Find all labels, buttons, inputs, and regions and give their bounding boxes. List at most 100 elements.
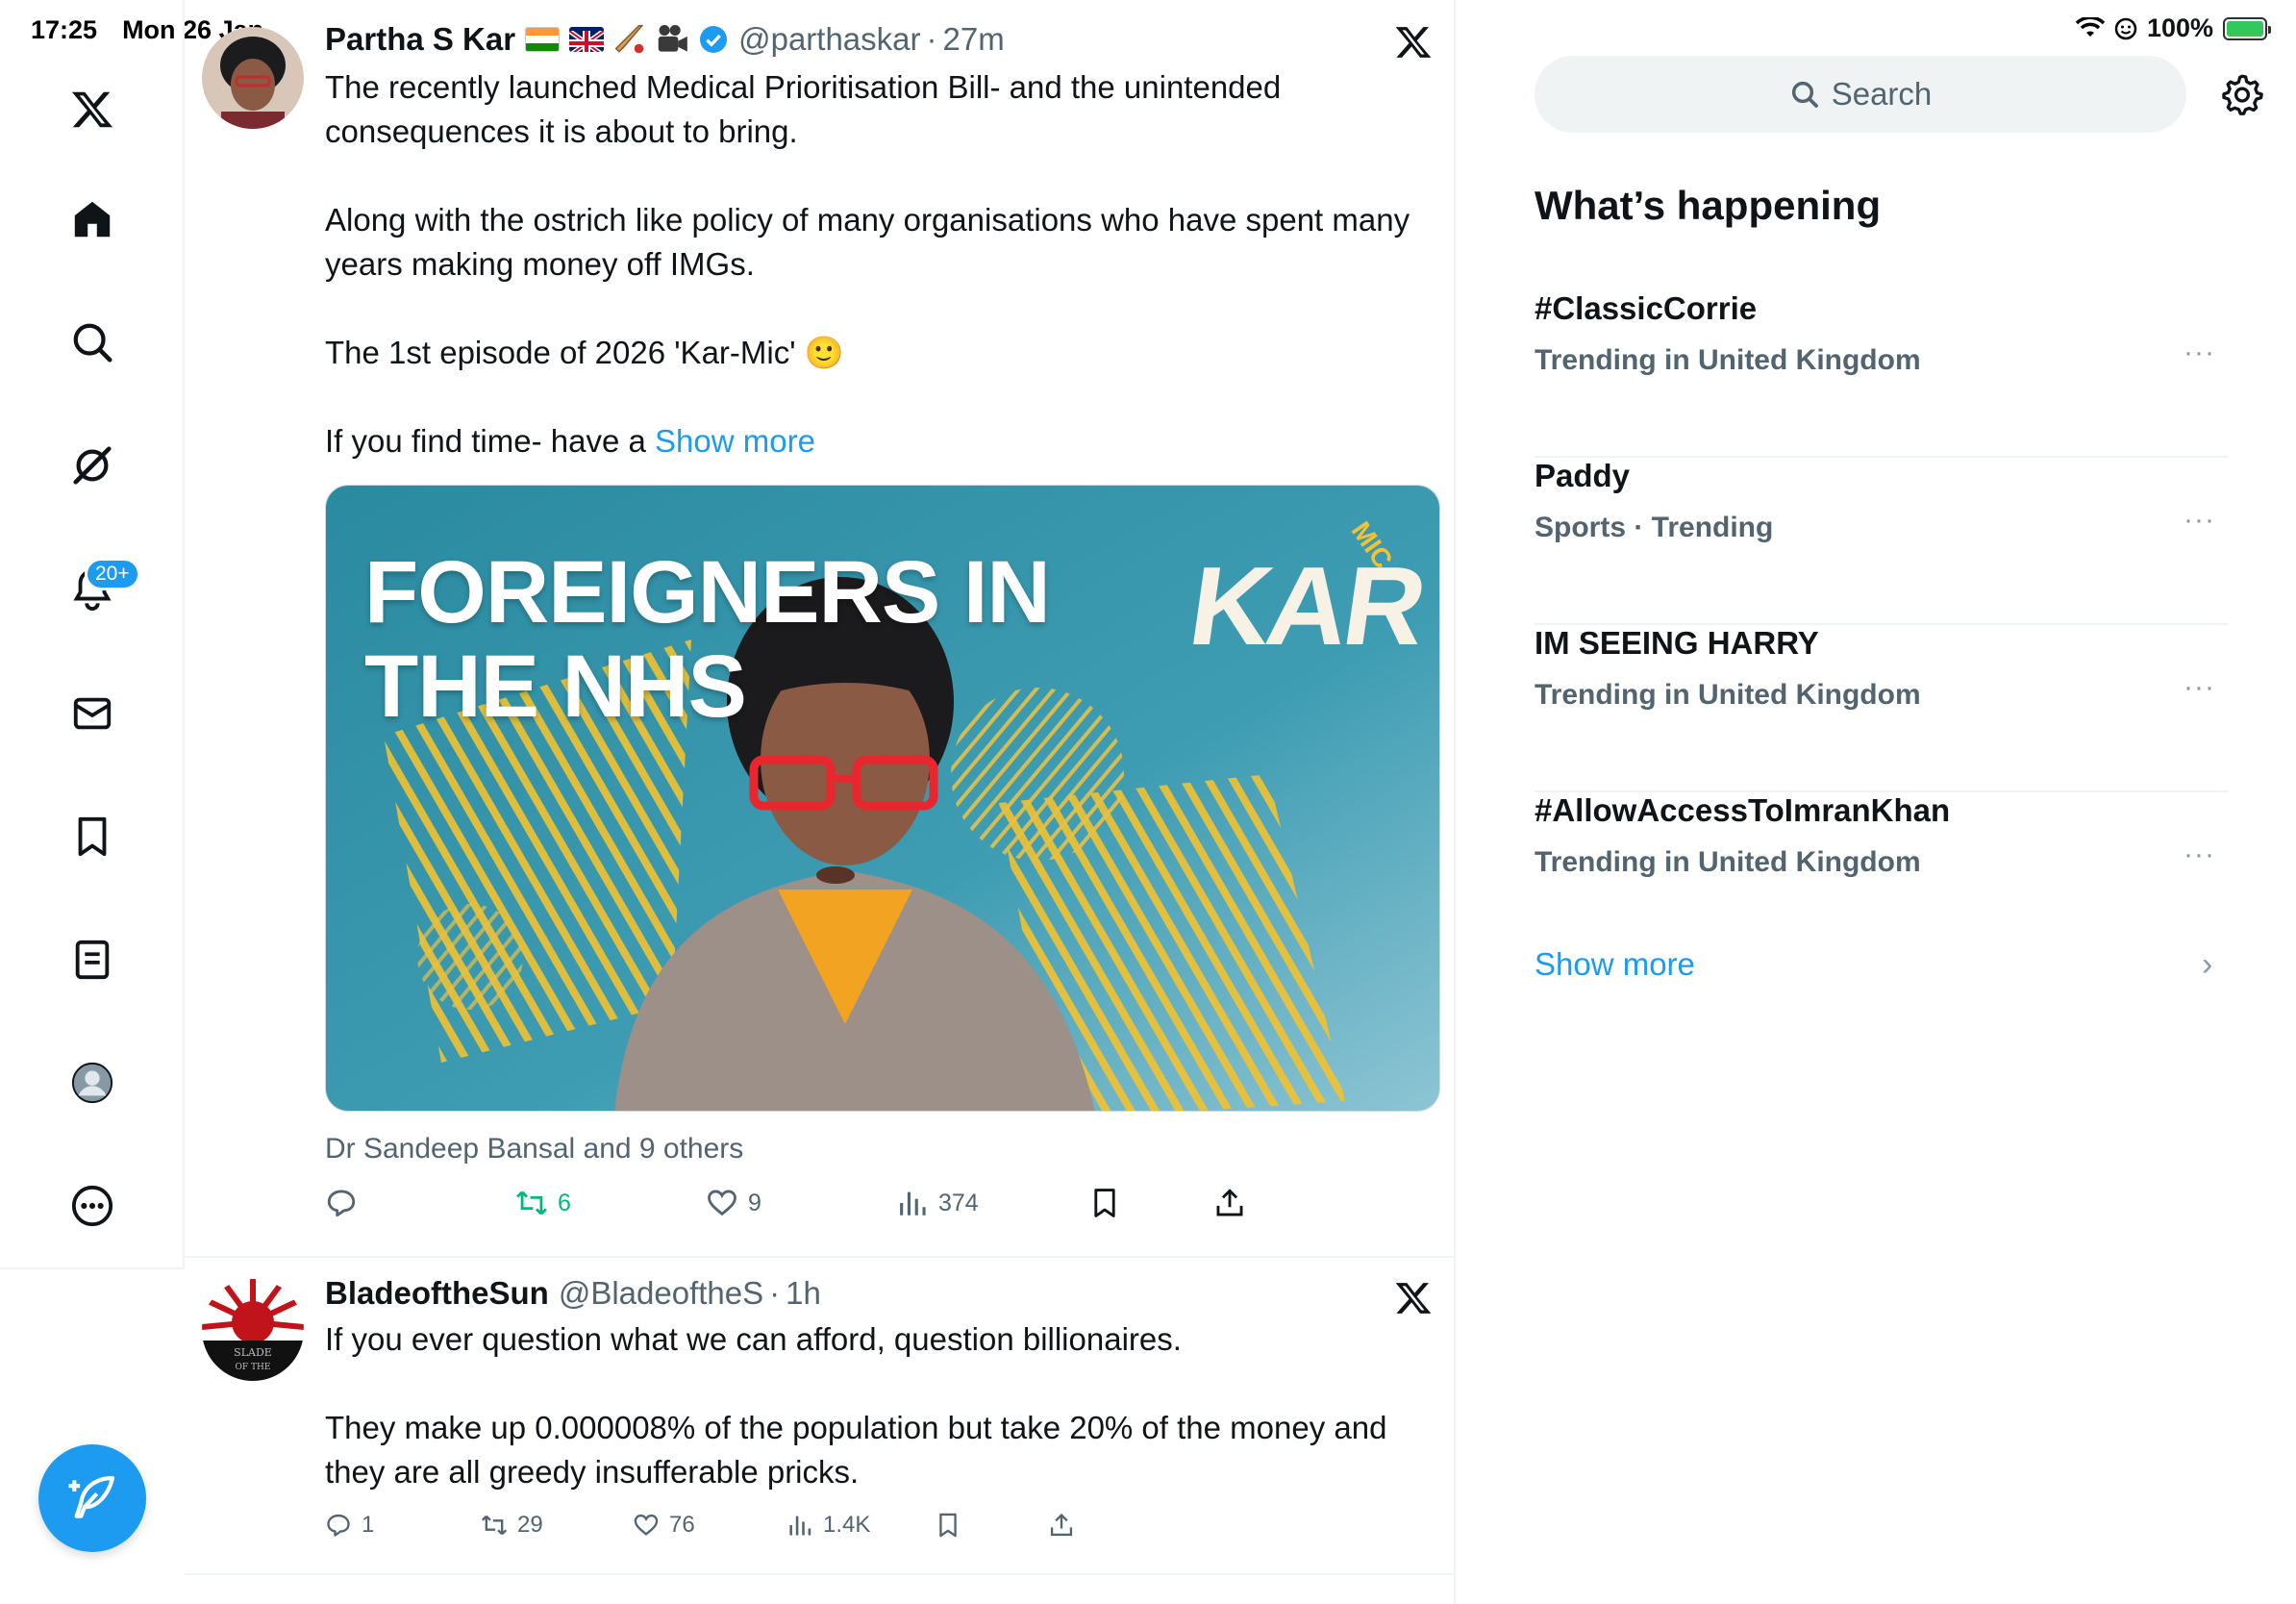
trends-show-more-link[interactable]: Show more bbox=[1535, 946, 1695, 983]
tweet-text-truncated: If you find time- have a bbox=[325, 423, 656, 459]
avatar[interactable] bbox=[202, 27, 304, 129]
india-flag-icon bbox=[525, 27, 561, 52]
tweet-header: Partha S Kar @parthaskar · 27m bbox=[325, 21, 1005, 58]
share-button[interactable] bbox=[1048, 1512, 1075, 1539]
show-more-link[interactable]: Show more bbox=[655, 423, 815, 459]
lists-icon[interactable] bbox=[62, 929, 123, 990]
more-dots-icon[interactable]: ··· bbox=[2184, 671, 2215, 704]
author-name[interactable]: BladeoftheSun bbox=[325, 1275, 549, 1312]
timeline: Partha S Kar @parthaskar · 27m The recen… bbox=[185, 0, 1456, 1604]
author-name[interactable]: Partha S Kar bbox=[325, 21, 515, 58]
bookmark-button[interactable] bbox=[935, 1512, 961, 1539]
tweet-paragraph: If you ever question what we can afford,… bbox=[325, 1321, 1182, 1357]
uk-flag-icon bbox=[569, 27, 605, 52]
trend-item[interactable]: IM SEEING HARRY Trending in United Kingd… bbox=[1535, 625, 2229, 792]
x-logo-icon bbox=[1395, 27, 1432, 58]
views-chart-icon bbox=[900, 1191, 926, 1216]
trend-meta: Trending in United Kingdom bbox=[1535, 344, 1921, 376]
header-separator: · bbox=[769, 1275, 781, 1311]
tweet[interactable]: Partha S Kar @parthaskar · 27m The recen… bbox=[185, 0, 1454, 1258]
svg-text:OF THE: OF THE bbox=[236, 1363, 271, 1372]
tweet-time[interactable]: 1h bbox=[786, 1275, 821, 1312]
reply-icon bbox=[327, 1190, 356, 1217]
movie-camera-icon bbox=[658, 24, 687, 52]
reply-count: 1 bbox=[362, 1512, 375, 1538]
reply-button[interactable] bbox=[325, 1187, 367, 1219]
tweet-text: The recently launched Medical Prioritisa… bbox=[325, 65, 1411, 464]
x-logo-icon[interactable] bbox=[62, 79, 123, 140]
view-count: 374 bbox=[938, 1189, 979, 1216]
media-title-line: FOREIGNERS IN bbox=[364, 543, 1051, 641]
tweet-actions: 1 29 76 1.4K bbox=[325, 1512, 1440, 1550]
tweet-paragraph: If you find time- have a Show more bbox=[325, 419, 1411, 464]
repost-icon bbox=[516, 1190, 547, 1216]
reply-button[interactable]: 1 bbox=[325, 1512, 374, 1539]
like-count: 76 bbox=[669, 1512, 695, 1538]
views-button[interactable]: 374 bbox=[896, 1187, 979, 1219]
x-logo-icon bbox=[1395, 1283, 1432, 1314]
svg-text:SLADE: SLADE bbox=[234, 1346, 272, 1359]
grok-icon[interactable] bbox=[62, 435, 123, 496]
settings-gear-icon[interactable] bbox=[2221, 73, 2263, 115]
tweet-paragraph: The 1st episode of 2026 'Kar-Mic' 🙂 bbox=[325, 335, 844, 370]
wifi-icon bbox=[2075, 16, 2105, 37]
chevron-right-icon[interactable]: › bbox=[2202, 946, 2212, 984]
heart-icon bbox=[708, 1190, 736, 1216]
verified-badge-icon bbox=[700, 26, 728, 53]
repost-icon bbox=[481, 1515, 508, 1536]
search-icon bbox=[1791, 81, 1818, 108]
trend-meta: Trending in United Kingdom bbox=[1535, 846, 1921, 878]
author-handle[interactable]: @parthaskar bbox=[738, 21, 920, 58]
trend-name: Paddy bbox=[1535, 458, 1631, 493]
bookmark-button[interactable] bbox=[1088, 1187, 1121, 1219]
liked-by-text[interactable]: Dr Sandeep Bansal and 9 others bbox=[325, 1133, 743, 1165]
bookmark-icon bbox=[939, 1513, 957, 1538]
bookmarks-icon[interactable] bbox=[62, 806, 123, 867]
tweet-actions: 6 9 374 bbox=[325, 1187, 1440, 1225]
search-bar[interactable]: Search bbox=[1535, 56, 2186, 133]
trend-item[interactable]: Paddy Sports · Trending ··· bbox=[1535, 458, 2229, 625]
share-icon bbox=[1216, 1189, 1243, 1216]
cricket-icon bbox=[614, 24, 644, 54]
like-count: 9 bbox=[748, 1189, 761, 1216]
more-dots-icon[interactable]: ··· bbox=[2184, 839, 2215, 871]
like-button[interactable]: 76 bbox=[633, 1512, 695, 1539]
trend-item[interactable]: #ClassicCorrie Trending in United Kingdo… bbox=[1535, 290, 2229, 458]
whats-happening-title: What’s happening bbox=[1535, 183, 1882, 228]
repost-button[interactable]: 6 bbox=[515, 1187, 571, 1219]
nav-divider bbox=[0, 1267, 185, 1269]
tweet-paragraph: Along with the ostrich like policy of ma… bbox=[325, 202, 1410, 282]
search-icon[interactable] bbox=[62, 312, 123, 373]
tweet-paragraph: They make up 0.000008% of the population… bbox=[325, 1410, 1387, 1490]
trend-item[interactable]: #AllowAccessToImranKhan Trending in Unit… bbox=[1535, 792, 2229, 960]
repost-button[interactable]: 29 bbox=[481, 1512, 543, 1539]
left-nav: 20+ bbox=[0, 0, 185, 1269]
notifications-badge: 20+ bbox=[85, 558, 140, 590]
battery-icon bbox=[2223, 16, 2271, 40]
views-button[interactable]: 1.4K bbox=[786, 1512, 870, 1539]
media-logo: KAR bbox=[1182, 543, 1431, 668]
more-options-icon[interactable] bbox=[62, 1175, 123, 1237]
trend-meta: Trending in United Kingdom bbox=[1535, 679, 1921, 711]
header-separator: · bbox=[926, 21, 937, 57]
author-handle[interactable]: @BladeoftheS bbox=[559, 1275, 763, 1312]
trend-name: IM SEEING HARRY bbox=[1535, 625, 1819, 661]
home-icon[interactable] bbox=[62, 188, 123, 250]
messages-envelope-icon[interactable] bbox=[62, 683, 123, 744]
repost-count: 6 bbox=[558, 1189, 571, 1216]
compose-feather-icon bbox=[68, 1475, 115, 1518]
more-dots-icon[interactable]: ··· bbox=[2184, 504, 2215, 537]
avatar[interactable]: SLADE OF THE bbox=[202, 1279, 304, 1381]
repost-count: 29 bbox=[517, 1512, 543, 1538]
share-button[interactable] bbox=[1213, 1187, 1246, 1219]
tweet-header: BladeoftheSun @BladeoftheS · 1h bbox=[325, 1275, 821, 1312]
tweet-time[interactable]: 27m bbox=[943, 21, 1005, 58]
media-title: FOREIGNERS IN THE NHS bbox=[364, 543, 1051, 734]
compose-post-button[interactable] bbox=[38, 1444, 146, 1552]
profile-avatar-icon[interactable] bbox=[62, 1052, 123, 1114]
tweet[interactable]: SLADE OF THE BladeoftheSun @BladeoftheS … bbox=[185, 1258, 1454, 1575]
tweet-media-thumbnail[interactable]: FOREIGNERS IN THE NHS KAR MIC bbox=[325, 485, 1440, 1112]
focus-icon bbox=[2114, 17, 2137, 39]
more-dots-icon[interactable]: ··· bbox=[2184, 337, 2215, 369]
like-button[interactable]: 9 bbox=[706, 1187, 761, 1219]
